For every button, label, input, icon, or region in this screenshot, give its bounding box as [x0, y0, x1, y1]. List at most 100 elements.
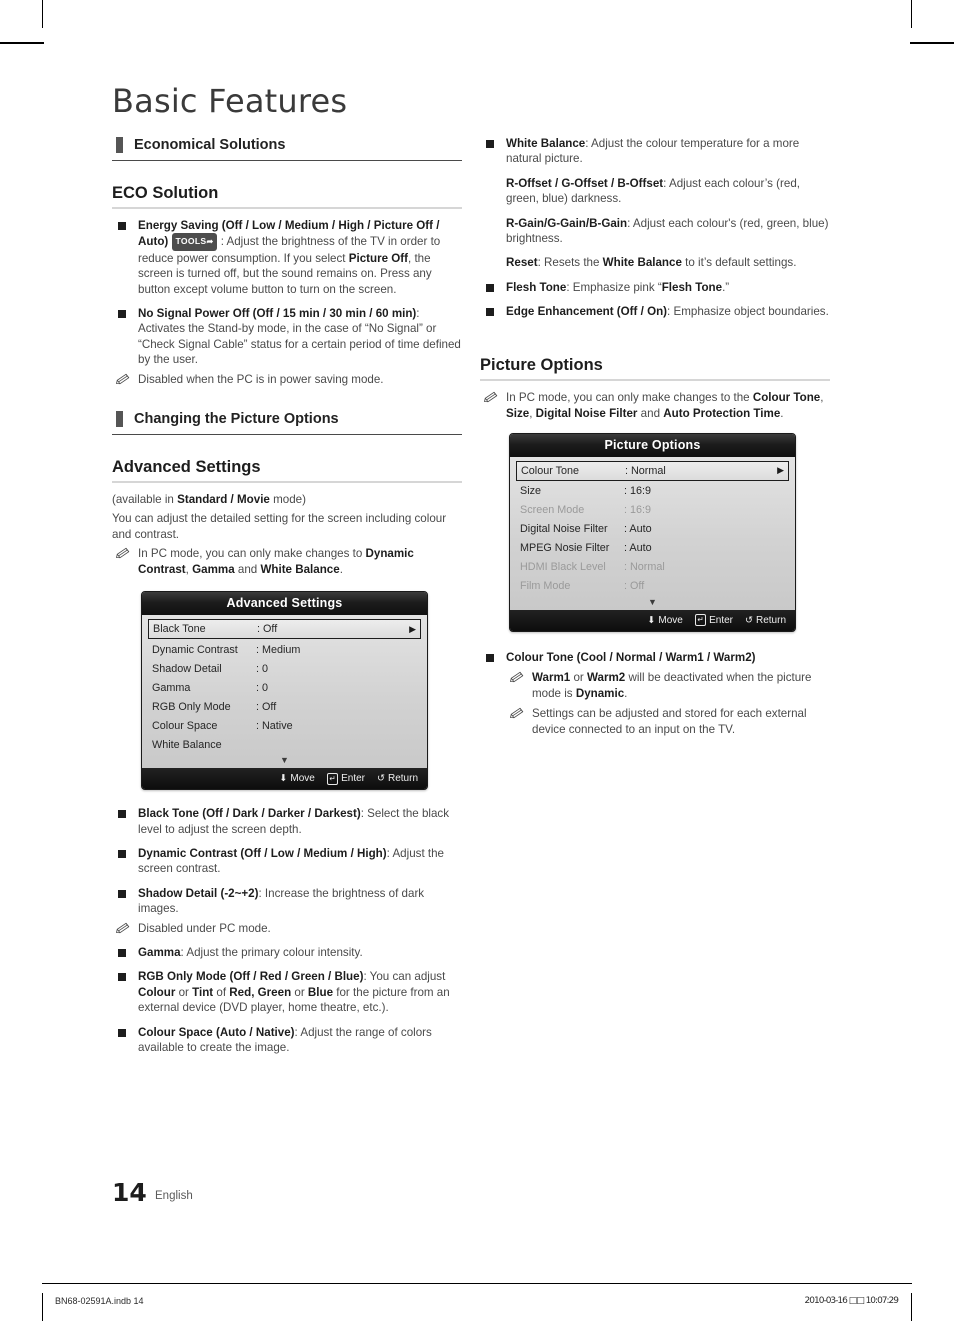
- note-text: Settings can be adjusted and stored for …: [532, 707, 807, 736]
- osd-row-value: : Normal: [625, 464, 666, 477]
- osd-row[interactable]: Colour Space: Native: [148, 716, 421, 735]
- advanced-settings-intro: (available in Standard / Movie mode): [112, 492, 462, 507]
- osd-move-hint: ⬇ Move: [647, 615, 682, 626]
- osd-row[interactable]: Shadow Detail: 0: [148, 659, 421, 678]
- bullet-square-icon: [486, 308, 494, 317]
- note-and: and: [637, 406, 664, 420]
- bullet-no-signal-power-off: No Signal Power Off (Off / 15 min / 30 m…: [112, 306, 462, 387]
- bullet-item: Colour Space (Auto / Native): Adjust the…: [112, 1025, 462, 1056]
- osd-row[interactable]: MPEG Nosie Filter: Auto: [516, 539, 789, 558]
- osd-row-label: RGB Only Mode: [152, 700, 231, 713]
- pencil-note-icon: [116, 922, 130, 933]
- section-header-economical-solutions: Economical Solutions: [112, 136, 462, 161]
- osd-row-value: : Off: [624, 580, 645, 593]
- imprint-filename: BN68-02591A.indb 14: [55, 1296, 144, 1306]
- osd-row[interactable]: White Balance: [148, 735, 421, 754]
- bullet-square-icon: [486, 283, 494, 292]
- return-arrow-icon: ↺: [745, 614, 753, 626]
- bullet-title: Flesh Tone: [506, 280, 567, 294]
- osd-row-value: : 16:9: [624, 504, 652, 517]
- sub-item-gains: R-Gain/G-Gain/B-Gain: Adjust each colour…: [506, 216, 830, 247]
- section-header-changing-picture-options: Changing the Picture Options: [112, 410, 462, 435]
- bullet-square-icon: [118, 310, 126, 319]
- sub-item-offsets: R-Offset / G-Offset / B-Offset: Adjust e…: [506, 176, 830, 207]
- bullet-colour-tone: Colour Tone (Cool / Normal / Warm1 / War…: [480, 650, 830, 737]
- bullet-body-bold: Flesh Tone: [661, 280, 723, 294]
- osd-row[interactable]: Black Tone: Off ▶: [148, 619, 421, 640]
- intro-post: mode): [269, 493, 306, 507]
- pencil-note-icon: [510, 707, 524, 719]
- enter-key-icon: ↵: [326, 772, 339, 785]
- osd-row[interactable]: Digital Noise Filter: Auto: [516, 520, 789, 539]
- note-sep-1: ,: [820, 391, 824, 405]
- osd-enter-label: Enter: [341, 773, 366, 785]
- bullet-white-balance: White Balance: Adjust the colour tempera…: [480, 136, 830, 271]
- osd-row-label: White Balance: [152, 738, 222, 751]
- osd-row-value: : Native: [256, 719, 293, 732]
- bullet-square-icon: [118, 849, 126, 858]
- osd-row-label: Dynamic Contrast: [152, 643, 238, 656]
- inline-bold: Blue: [307, 985, 334, 999]
- inline-bold: Tint: [192, 985, 214, 999]
- osd-row[interactable]: RGB Only Mode: Off: [148, 697, 421, 716]
- bullet-title: Gamma: [138, 945, 181, 959]
- osd-rows: Black Tone: Off ▶ Dynamic Contrast: Medium…: [142, 615, 427, 769]
- bullet-flesh-tone: Flesh Tone: Emphasize pink “Flesh Tone.”: [480, 280, 830, 295]
- note-bold-1: Colour Tone: [752, 391, 821, 405]
- note-tail-post: .: [624, 686, 628, 700]
- note-bold-4: Auto Protection Time: [663, 406, 781, 420]
- osd-row[interactable]: Film Mode : Off: [516, 577, 789, 596]
- osd-row[interactable]: Colour Tone: Normal ▶: [516, 460, 789, 481]
- footer-rule: [42, 1283, 912, 1284]
- note-pc-mode-advanced: In PC mode, you can only make changes to…: [112, 546, 462, 577]
- advanced-settings-intro-2: You can adjust the detailed setting for …: [112, 512, 447, 541]
- bullet-item: Shadow Detail (-2~+2): Increase the brig…: [112, 886, 462, 936]
- osd-return-hint: ↺ Return: [377, 773, 418, 784]
- bullet-square-icon: [118, 889, 126, 898]
- inline-bold: Colour: [138, 985, 176, 999]
- bullet-note: Disabled under PC mode.: [112, 921, 462, 936]
- bullet-body: : Adjust the primary colour intensity.: [180, 945, 363, 959]
- osd-row-label: Screen Mode: [520, 504, 585, 517]
- osd-picture-options[interactable]: Picture Options Colour Tone: Normal ▶ Size…: [509, 432, 796, 632]
- osd-row[interactable]: Gamma: 0: [148, 678, 421, 697]
- bullet-body: : Emphasize object boundaries.: [667, 305, 829, 319]
- section-bar-icon: [116, 411, 123, 428]
- note-bold-3: White Balance: [260, 562, 340, 576]
- osd-advanced-settings[interactable]: Advanced Settings Black Tone: Off ▶ Dynami…: [141, 591, 428, 791]
- bullet-title: Shadow Detail (-2~+2): [138, 886, 259, 900]
- bullet-title: Colour Tone (Cool / Normal / Warm1 / War…: [506, 650, 756, 664]
- updown-arrow-icon: ⬇: [647, 614, 656, 626]
- note-bold-2: Gamma: [192, 562, 235, 576]
- tools-arrow-icon: ➦: [206, 237, 214, 247]
- bullet-item: RGB Only Mode (Off / Red / Green / Blue)…: [112, 969, 462, 1015]
- scroll-down-icon[interactable]: ▼: [516, 596, 789, 610]
- updown-arrow-icon: ⬇: [279, 772, 288, 784]
- bullet-title: RGB Only Mode (Off / Red / Green / Blue): [138, 970, 364, 984]
- scroll-down-icon[interactable]: ▼: [148, 754, 421, 768]
- osd-row[interactable]: Size: 16:9: [516, 482, 789, 501]
- enter-key-icon: ↵: [694, 614, 707, 627]
- right-column: White Balance: Adjust the colour tempera…: [480, 136, 830, 746]
- osd-row[interactable]: Screen Mode : 16:9: [516, 501, 789, 520]
- bullet-title: White Balance: [506, 137, 586, 150]
- osd-row-value: : 16:9: [624, 485, 652, 498]
- osd-row-label: Film Mode: [520, 580, 571, 593]
- tools-badge-label: TOOLS: [175, 236, 207, 247]
- osd-row-label: Shadow Detail: [152, 662, 222, 675]
- chevron-right-icon: ▶: [409, 623, 416, 634]
- osd-row[interactable]: HDMI Black Level: Normal: [516, 558, 789, 577]
- bullet-square-icon: [118, 948, 126, 957]
- sub-header-picture-options: Picture Options: [480, 355, 830, 382]
- osd-title: Advanced Settings: [142, 592, 427, 616]
- note-bold-dynamic: Dynamic: [575, 686, 625, 700]
- bullet-body-post: .”: [722, 280, 730, 294]
- bullet-title: No Signal Power Off (Off / 15 min / 30 m…: [138, 307, 417, 321]
- section-bar-icon: [116, 137, 123, 153]
- osd-row[interactable]: Dynamic Contrast: Medium: [148, 640, 421, 659]
- note-bold-warm1: Warm1: [532, 671, 571, 685]
- note-bold-2: Size: [506, 406, 530, 420]
- note-settings-stored: Settings can be adjusted and stored for …: [506, 706, 830, 737]
- note-pc-mode-picture-options: In PC mode, you can only make changes to…: [480, 390, 830, 421]
- bullet-item: Dynamic Contrast (Off / Low / Medium / H…: [112, 846, 462, 877]
